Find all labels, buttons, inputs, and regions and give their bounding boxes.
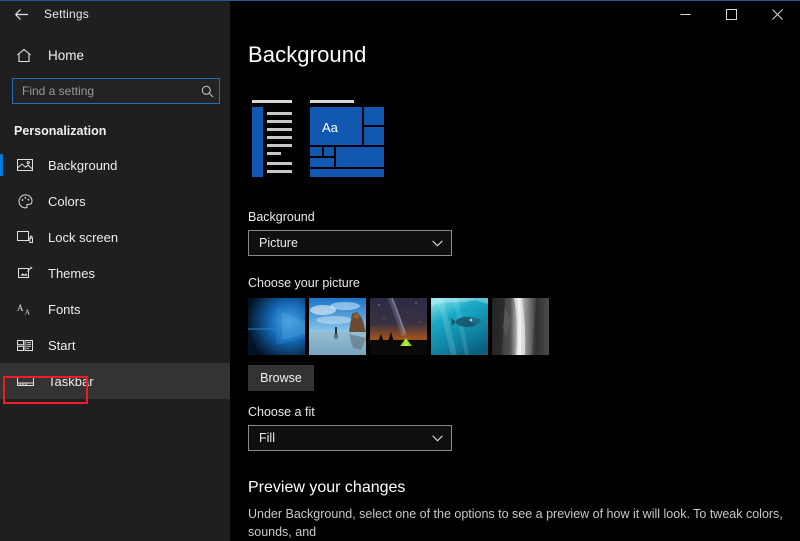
themes-icon	[14, 263, 36, 283]
preview-line	[267, 128, 292, 131]
sidebar-item-lock-screen[interactable]: Lock screen	[0, 219, 230, 255]
picture-thumbnails	[248, 298, 800, 355]
selection-accent-bar	[0, 154, 3, 176]
sidebar-item-label: Taskbar	[48, 373, 94, 389]
fit-label: Choose a fit	[248, 405, 315, 419]
fit-dropdown[interactable]: Fill	[248, 425, 452, 451]
lockscreen-icon	[14, 227, 36, 247]
sidebar-item-label: Background	[48, 157, 118, 173]
sidebar-item-themes[interactable]: Themes	[0, 255, 230, 291]
preview-changes-heading: Preview your changes	[248, 479, 406, 496]
preview-line	[267, 120, 292, 123]
sidebar-item-home[interactable]: Home	[0, 38, 230, 72]
picture-icon	[14, 155, 36, 175]
sidebar-item-label: Themes	[48, 265, 95, 281]
preview-line	[267, 152, 281, 155]
background-dropdown[interactable]: Picture	[248, 230, 452, 256]
preview-settings-mock	[248, 100, 296, 180]
window-top-border	[0, 0, 800, 1]
sidebar-item-label: Fonts	[48, 301, 81, 317]
choose-picture-field: Choose your picture Browse	[248, 276, 800, 391]
preview-tile	[324, 147, 334, 156]
sidebar-section-title: Personalization	[14, 124, 107, 138]
palette-icon	[14, 191, 36, 211]
svg-text:A: A	[17, 303, 24, 313]
preview-line	[267, 162, 292, 165]
back-arrow-icon[interactable]	[0, 0, 42, 28]
page-title: Background	[248, 42, 367, 67]
sidebar-item-fonts[interactable]: A A Fonts	[0, 291, 230, 327]
fit-field: Choose a fit Fill	[248, 405, 800, 451]
thumbnail-underwater-diver[interactable]	[431, 298, 488, 355]
preview-tile	[310, 147, 322, 156]
sidebar-item-label: Lock screen	[48, 229, 119, 245]
close-icon[interactable]	[754, 0, 800, 28]
title-bar: Settings	[0, 0, 800, 28]
chevron-down-icon	[432, 435, 443, 442]
window-body: Home Personalization	[0, 28, 800, 541]
sidebar-item-colors[interactable]: Colors	[0, 183, 230, 219]
search-box[interactable]	[12, 78, 220, 104]
preview-changes-text: Under Background, select one of the opti…	[248, 507, 783, 540]
sidebar-item-background[interactable]: Background	[0, 147, 230, 183]
fonts-icon: A A	[14, 299, 36, 319]
sidebar-item-label: Start	[48, 337, 76, 353]
background-field: Background Picture	[248, 210, 800, 256]
maximize-icon[interactable]	[708, 0, 754, 28]
sidebar: Home Personalization	[0, 28, 230, 541]
preview-title-bar	[252, 100, 292, 103]
preview-aa-text: Aa	[322, 120, 338, 135]
thumbnail-rock-waterfall-bw[interactable]	[492, 298, 549, 355]
window-controls	[230, 0, 800, 28]
thumbnail-beach-sea-stack[interactable]	[309, 298, 366, 355]
main-content: Background Aa Background Picture Choose …	[230, 28, 800, 541]
settings-window: Settings Home Find a setting Personaliza…	[0, 0, 800, 541]
preview-tile	[364, 107, 384, 125]
app-title: Settings	[44, 7, 89, 21]
home-icon	[14, 45, 34, 65]
start-icon	[14, 335, 36, 355]
choose-picture-label: Choose your picture	[248, 276, 360, 290]
fit-dropdown-value: Fill	[259, 431, 275, 445]
preview-nav-column	[252, 107, 263, 177]
search-input[interactable]	[13, 79, 195, 103]
sidebar-item-start[interactable]: Start	[0, 327, 230, 363]
minimize-icon[interactable]	[662, 0, 708, 28]
svg-text:A: A	[24, 308, 30, 317]
sidebar-home-label: Home	[48, 47, 85, 63]
preview-taskbar	[310, 169, 384, 177]
background-dropdown-value: Picture	[259, 236, 298, 250]
sidebar-nav: Background Colors Lock screen Themes A A…	[0, 147, 230, 399]
thumbnail-night-sky-tent[interactable]	[370, 298, 427, 355]
preview-tile	[364, 127, 384, 145]
preview-line	[267, 136, 292, 139]
sidebar-item-taskbar[interactable]: Taskbar	[0, 363, 230, 399]
title-bar-left: Settings	[0, 0, 230, 28]
sidebar-item-label: Colors	[48, 193, 86, 209]
preview-line	[267, 112, 292, 115]
preview-line	[267, 170, 292, 173]
taskbar-icon	[14, 371, 36, 391]
browse-button[interactable]: Browse	[248, 365, 314, 391]
thumbnail-windows-hero-light[interactable]	[248, 298, 305, 355]
theme-preview: Aa	[248, 100, 388, 180]
preview-line	[267, 144, 292, 147]
preview-tile	[310, 158, 334, 167]
search-icon[interactable]	[195, 79, 219, 103]
preview-tile	[336, 147, 384, 167]
preview-window-mock: Aa	[308, 100, 386, 180]
chevron-down-icon	[432, 240, 443, 247]
preview-title-bar	[310, 100, 354, 103]
background-label: Background	[248, 210, 315, 224]
